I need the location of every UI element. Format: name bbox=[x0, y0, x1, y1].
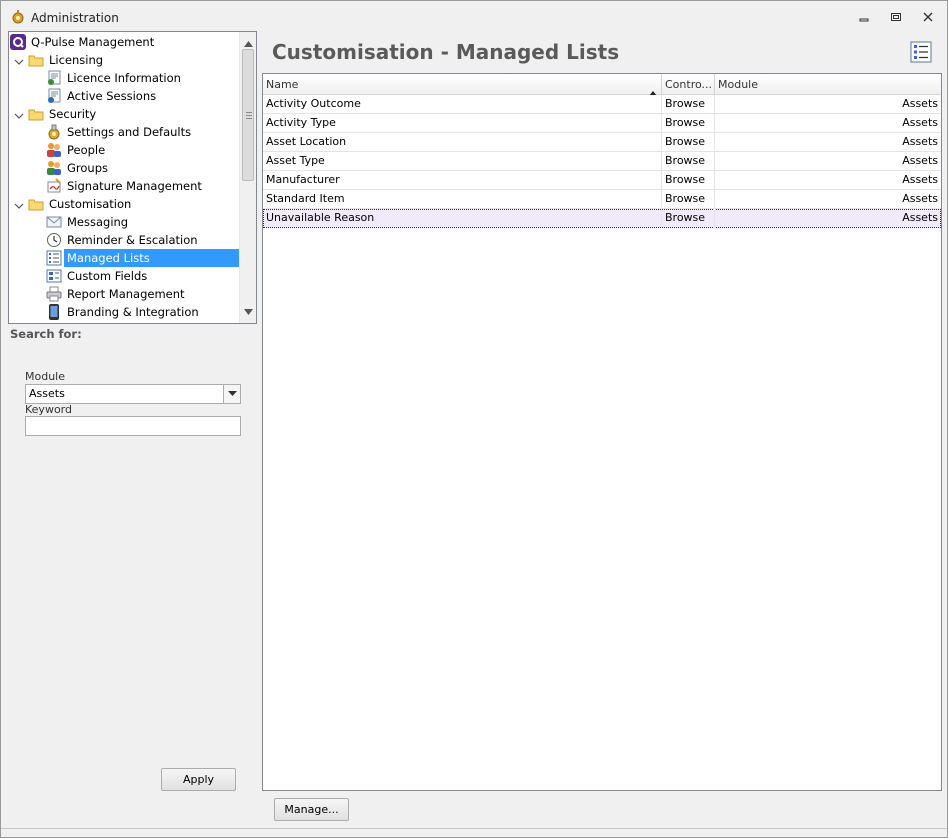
tree-item-label: Custom Fields bbox=[67, 269, 148, 283]
table-row[interactable]: Activity Outcome Browse Assets bbox=[263, 95, 941, 114]
apply-button[interactable]: Apply bbox=[161, 768, 236, 791]
keyword-input[interactable] bbox=[25, 416, 241, 436]
list-icon bbox=[46, 250, 62, 266]
column-header-control[interactable]: Contro... bbox=[662, 74, 715, 95]
search-heading: Search for: bbox=[10, 327, 82, 341]
module-label: Module bbox=[25, 370, 65, 383]
custom-fields-icon bbox=[46, 268, 62, 284]
app-gear-icon bbox=[10, 9, 26, 25]
groups-icon bbox=[46, 160, 62, 176]
tree-vertical-scrollbar[interactable] bbox=[239, 32, 256, 323]
table-row[interactable]: Asset Location Browse Assets bbox=[263, 133, 941, 152]
sessions-document-icon bbox=[46, 88, 62, 104]
collapse-chevron-icon[interactable] bbox=[14, 199, 24, 209]
cell-control: Browse bbox=[662, 190, 715, 209]
title-bar[interactable]: Administration bbox=[1, 1, 947, 31]
grip-icon bbox=[246, 112, 252, 121]
navigation-tree: Q-Pulse Management Licensing Licence Inf… bbox=[8, 31, 257, 324]
cell-module: Assets bbox=[902, 192, 938, 205]
tree-item-label: Messaging bbox=[67, 215, 129, 229]
tree-item-label: Active Sessions bbox=[67, 89, 157, 103]
minimize-button[interactable] bbox=[857, 10, 871, 24]
settings-gear-icon bbox=[46, 124, 62, 140]
cell-control: Browse bbox=[662, 133, 715, 152]
tree-item-label: Customisation bbox=[49, 197, 132, 211]
dropdown-arrow-icon[interactable] bbox=[223, 385, 240, 403]
content-header: Customisation - Managed Lists bbox=[262, 31, 942, 73]
column-header-label: Name bbox=[266, 78, 299, 91]
folder-icon bbox=[28, 196, 44, 212]
column-header-module[interactable]: Module bbox=[715, 74, 941, 95]
messaging-envelope-icon bbox=[46, 214, 62, 230]
cell-control: Browse bbox=[662, 95, 715, 114]
tree-item-label: Licensing bbox=[49, 53, 104, 67]
column-header-name[interactable]: Name bbox=[263, 74, 662, 95]
cell-name: Manufacturer bbox=[263, 171, 662, 190]
module-select[interactable]: Assets bbox=[25, 384, 241, 404]
collapse-chevron-icon[interactable] bbox=[14, 55, 24, 65]
cell-module: Assets bbox=[902, 135, 938, 148]
administration-window: Administration Q-Pulse Management Licens… bbox=[0, 0, 948, 838]
keyword-label: Keyword bbox=[25, 403, 72, 416]
signature-pen-icon bbox=[46, 178, 62, 194]
cell-control: Browse bbox=[662, 152, 715, 171]
tree-item-label: Reminder & Escalation bbox=[67, 233, 198, 247]
cell-module: Assets bbox=[902, 97, 938, 110]
cell-name: Standard Item bbox=[263, 190, 662, 209]
clock-icon bbox=[46, 232, 62, 248]
table-row[interactable]: Asset Type Browse Assets bbox=[263, 152, 941, 171]
grid-header: Name Contro... Module bbox=[263, 74, 941, 95]
cell-control: Browse bbox=[662, 209, 715, 228]
table-row-selected[interactable]: Unavailable Reason Browse Assets bbox=[263, 209, 941, 228]
maximize-button[interactable] bbox=[889, 10, 903, 24]
printer-icon bbox=[46, 286, 62, 302]
collapse-chevron-icon[interactable] bbox=[14, 109, 24, 119]
tree-item-label: Licence Information bbox=[67, 71, 181, 85]
tree-item-label: People bbox=[67, 143, 106, 157]
manage-button[interactable]: Manage... bbox=[274, 798, 349, 821]
cell-name: Asset Location bbox=[263, 133, 662, 152]
tree-item-label: Q-Pulse Management bbox=[31, 35, 155, 49]
folder-icon bbox=[28, 106, 44, 122]
q-pulse-logo-icon bbox=[10, 34, 26, 50]
cell-control: Browse bbox=[662, 171, 715, 190]
scrollbar-thumb[interactable] bbox=[242, 49, 254, 181]
folder-icon bbox=[28, 52, 44, 68]
cell-name: Activity Type bbox=[263, 114, 662, 133]
page-title: Customisation - Managed Lists bbox=[272, 40, 620, 64]
cell-module: Assets bbox=[902, 211, 938, 224]
module-select-value: Assets bbox=[29, 387, 65, 400]
cell-name: Activity Outcome bbox=[263, 95, 662, 114]
table-row[interactable]: Manufacturer Browse Assets bbox=[263, 171, 941, 190]
tree-item-label: Groups bbox=[67, 161, 109, 175]
tree-item-label: Signature Management bbox=[67, 179, 202, 193]
cell-module: Assets bbox=[902, 116, 938, 129]
tablet-icon bbox=[46, 304, 62, 320]
managed-lists-icon[interactable] bbox=[910, 41, 932, 63]
cell-module: Assets bbox=[902, 154, 938, 167]
bottom-divider bbox=[1, 828, 947, 829]
cell-module: Assets bbox=[902, 173, 938, 186]
tree-item-label: Report Management bbox=[67, 287, 185, 301]
scroll-down-arrow-icon[interactable] bbox=[244, 305, 253, 318]
cell-name: Asset Type bbox=[263, 152, 662, 171]
licence-document-icon bbox=[46, 70, 62, 86]
tree-item-label: Security bbox=[49, 107, 97, 121]
sort-ascending-icon bbox=[649, 82, 657, 95]
table-row[interactable]: Standard Item Browse Assets bbox=[263, 190, 941, 209]
tree-item-label: Branding & Integration bbox=[67, 305, 199, 319]
cell-name: Unavailable Reason bbox=[263, 209, 662, 228]
people-icon bbox=[46, 142, 62, 158]
tree-item-label: Settings and Defaults bbox=[67, 125, 192, 139]
managed-lists-grid: Name Contro... Module Activity Outcome B… bbox=[262, 73, 942, 791]
cell-control: Browse bbox=[662, 114, 715, 133]
window-title: Administration bbox=[31, 11, 119, 25]
tree-item-label: Managed Lists bbox=[64, 249, 240, 267]
close-button[interactable] bbox=[921, 10, 935, 24]
table-row[interactable]: Activity Type Browse Assets bbox=[263, 114, 941, 133]
